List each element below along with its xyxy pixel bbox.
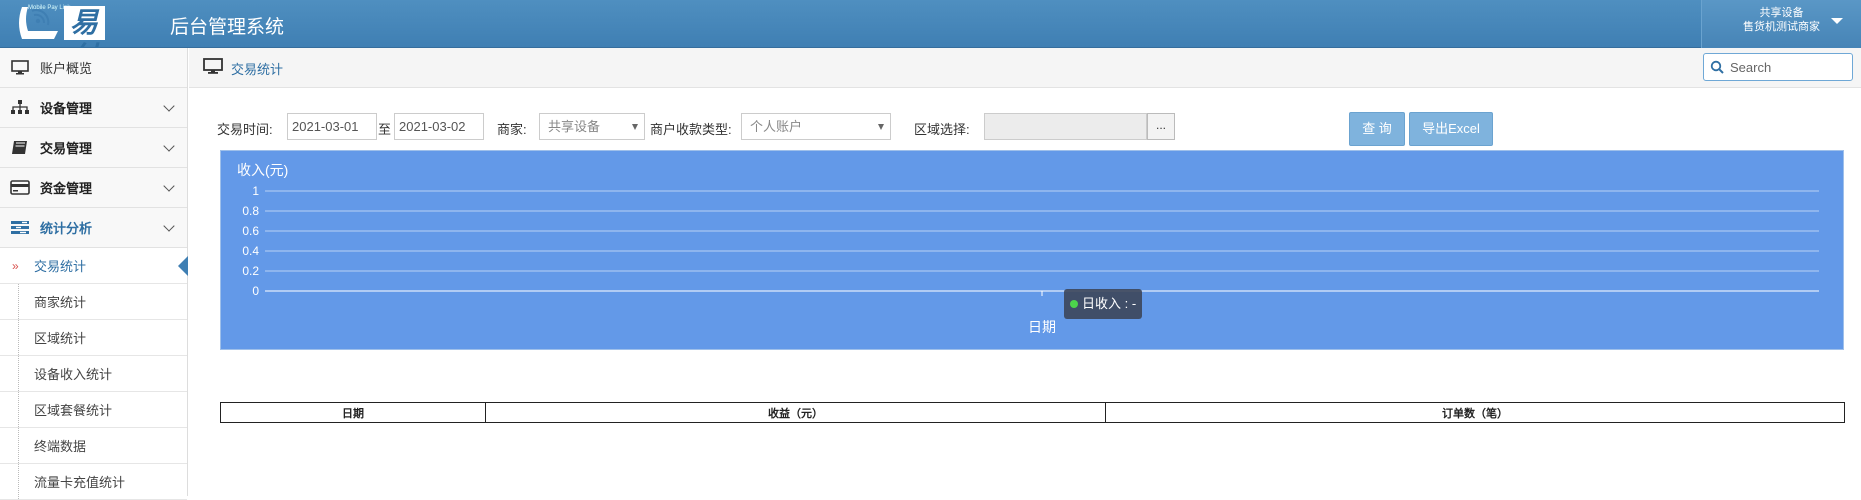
x-axis-label: 日期: [1028, 319, 1056, 335]
search-icon: [1710, 60, 1724, 74]
y-tick-label: 0.8: [242, 204, 259, 218]
column-header-date: 日期: [220, 402, 486, 423]
submenu-item-label: 区域套餐统计: [34, 403, 113, 418]
y-tick-label: 1: [252, 184, 259, 198]
chevron-down-icon: [163, 100, 175, 112]
active-marker-icon: »: [12, 258, 19, 273]
logo-mark: Mobile Pay Link: [14, 3, 70, 43]
date-end-input[interactable]: 2021-03-02: [394, 113, 484, 140]
caret-down-icon: [878, 124, 884, 130]
submenu-item-region-statistics[interactable]: 区域统计: [0, 320, 187, 356]
column-header-orders: 订单数（笔）: [1105, 402, 1845, 423]
chart-title: 收入(元): [237, 162, 288, 178]
search-input[interactable]: [1730, 59, 1850, 75]
query-button[interactable]: 查 询: [1349, 112, 1405, 146]
brand-name: 易付乐: [64, 6, 106, 107]
submenu-item-sim-recharge-statistics[interactable]: 流量卡充值统计: [0, 464, 187, 500]
chevron-down-icon: [163, 220, 175, 232]
breadcrumb: 交易统计: [203, 58, 283, 78]
filter-bar: 交易时间: 2021-03-01 至 2021-03-02 商家: 共享设备 商…: [217, 112, 1517, 146]
region-input[interactable]: [984, 113, 1147, 140]
merchant-label: 商家:: [497, 122, 527, 137]
sidebar-item-transaction-management[interactable]: 交易管理: [0, 128, 187, 168]
series-dot-icon: [1070, 300, 1078, 308]
sidebar: 账户概览 设备管理 交易管理 资金管理 统计分析 » 交易统计 商家统计 区域统…: [0, 48, 188, 500]
chart-tooltip-text: 日收入 : -: [1082, 296, 1137, 311]
submenu-item-label: 设备收入统计: [34, 367, 113, 382]
sidebar-item-statistics[interactable]: 统计分析: [0, 208, 187, 248]
monitor-icon: [10, 60, 30, 76]
breadcrumb-current[interactable]: 交易统计: [231, 59, 283, 78]
logo[interactable]: Mobile Pay Link 易付乐: [14, 2, 106, 107]
top-header: Mobile Pay Link 易付乐 后台管理系统 共享设备 售货机测试商家: [0, 0, 1861, 107]
merchant-select[interactable]: 共享设备: [539, 113, 645, 140]
credit-card-icon: [10, 180, 30, 196]
pay-type-label: 商户收款类型:: [650, 122, 732, 137]
pay-type-select[interactable]: 个人账户: [741, 113, 891, 140]
submenu-item-label: 商家统计: [34, 295, 87, 310]
region-label: 区域选择:: [914, 122, 970, 137]
y-tick-label: 0.6: [242, 224, 259, 238]
caret-down-icon: [1831, 18, 1843, 24]
user-menu[interactable]: 共享设备 售货机测试商家: [1701, 0, 1861, 48]
export-excel-button[interactable]: 导出Excel: [1409, 112, 1493, 146]
chevron-down-icon: [163, 180, 175, 192]
chevron-down-icon: [163, 140, 175, 152]
search-box: [1703, 53, 1853, 81]
app-title: 后台管理系统: [170, 17, 285, 38]
y-tick-label: 0.4: [242, 244, 259, 258]
table-header-row: 日期 收益（元） 订单数（笔）: [220, 402, 1845, 423]
submenu-item-transaction-statistics[interactable]: » 交易统计: [0, 248, 188, 284]
merchant-select-value: 共享设备: [548, 119, 601, 134]
submenu-item-region-package-statistics[interactable]: 区域套餐统计: [0, 392, 187, 428]
y-tick-label: 0: [252, 284, 259, 298]
statistics-submenu: » 交易统计 商家统计 区域统计 设备收入统计 区域套餐统计 终端数据 流量卡充…: [0, 248, 188, 500]
sidebar-item-device-management[interactable]: 设备管理: [0, 88, 187, 128]
submenu-item-label: 流量卡充值统计: [34, 475, 126, 490]
column-header-income: 收益（元）: [485, 402, 1106, 423]
sitemap-icon: [10, 100, 30, 116]
sidebar-item-label: 资金管理: [40, 181, 93, 196]
date-label: 交易时间:: [217, 122, 273, 137]
sidebar-item-label: 统计分析: [40, 221, 93, 236]
date-separator: 至: [378, 122, 392, 137]
chart-svg: 收入(元) 1 0.8 0.6 0.4 0.2 0 日期: [237, 162, 1819, 335]
caret-down-icon: [632, 124, 638, 130]
sidebar-item-label: 设备管理: [40, 101, 93, 116]
chart-tooltip: 日收入 : -: [1064, 289, 1143, 319]
date-start-input[interactable]: 2021-03-01: [287, 113, 377, 140]
monitor-icon: [203, 58, 223, 78]
submenu-item-label: 区域统计: [34, 331, 87, 346]
book-icon: [10, 140, 30, 156]
submenu-item-device-income-statistics[interactable]: 设备收入统计: [0, 356, 187, 392]
breadcrumb-bar: 交易统计: [189, 48, 1861, 88]
sidebar-item-account-overview[interactable]: 账户概览: [0, 48, 187, 88]
submenu-item-terminal-data[interactable]: 终端数据: [0, 428, 187, 464]
submenu-item-label: 终端数据: [34, 439, 87, 454]
statistics-table: 日期 收益（元） 订单数（笔）: [220, 402, 1845, 423]
tasks-icon: [10, 220, 30, 236]
y-tick-label: 0.2: [242, 264, 259, 278]
pay-type-select-value: 个人账户: [750, 119, 803, 134]
region-picker-button[interactable]: ...: [1147, 113, 1175, 140]
sidebar-item-label: 账户概览: [40, 61, 93, 76]
sidebar-item-fund-management[interactable]: 资金管理: [0, 168, 187, 208]
submenu-item-merchant-statistics[interactable]: 商家统计: [0, 284, 187, 320]
income-chart: 收入(元) 1 0.8 0.6 0.4 0.2 0 日期 日收入 : -: [220, 150, 1844, 350]
submenu-item-label: 交易统计: [34, 259, 87, 274]
sidebar-item-label: 交易管理: [40, 141, 93, 156]
